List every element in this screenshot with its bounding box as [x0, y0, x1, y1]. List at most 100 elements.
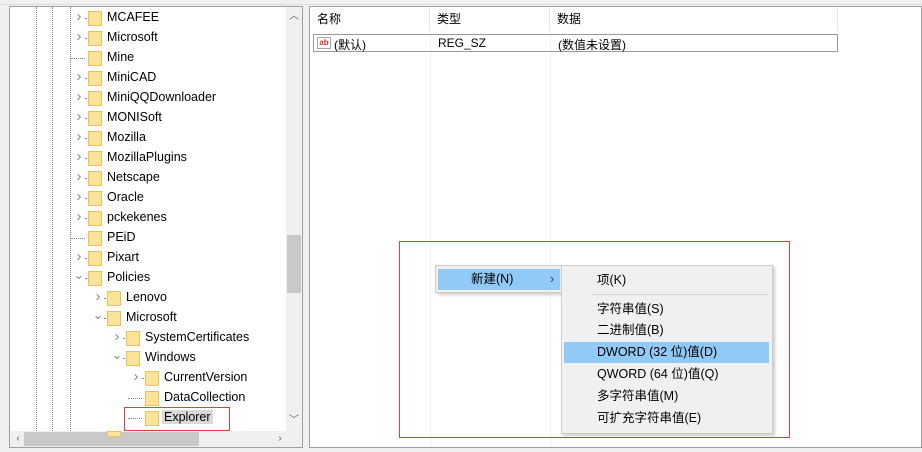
column-header-type[interactable]: 类型 [430, 7, 550, 31]
annotation-box-explorer [124, 407, 230, 431]
tree-item-label: Mozilla [107, 130, 146, 144]
tree-item[interactable]: › CurrentVersion [10, 368, 286, 388]
tree-item-label: Windows [145, 350, 196, 364]
tree-item[interactable]: › MiniQQDownloader [10, 88, 286, 108]
new-submenu: 项(K) 字符串值(S) 二进制值(B) DWORD (32 位)值(D) QWORD … [561, 265, 773, 434]
chevron-right-icon[interactable]: › [73, 8, 85, 25]
tree-item-label: MiniQQDownloader [107, 90, 217, 104]
tree-item[interactable]: ⌄ Microsoft [10, 307, 286, 328]
tree-item[interactable]: ⌄ Policies [10, 267, 286, 288]
tree-item[interactable]: Mine [10, 48, 286, 68]
submenu-item-label: 字符串值(S) [597, 302, 664, 316]
tree-connector [128, 398, 142, 399]
folder-icon [145, 391, 159, 406]
scroll-down-icon[interactable]: ﹀ [286, 413, 302, 429]
value-row[interactable]: ab (默认) REG_SZ (数值未设置) [313, 34, 838, 52]
folder-icon [126, 351, 140, 366]
tree-item-label: Lenovo [126, 290, 168, 304]
scroll-up-icon[interactable]: ︿ [286, 9, 302, 25]
tree-item[interactable]: › pckekenes [10, 208, 286, 228]
chevron-down-icon[interactable]: ⌄ [92, 307, 104, 322]
folder-icon [107, 291, 121, 306]
folder-icon [107, 311, 121, 326]
chevron-right-icon[interactable]: › [73, 68, 85, 85]
tree-item-label: Microsoft [126, 310, 177, 324]
tree-item-label: pckekenes [107, 210, 167, 224]
tree-item[interactable]: › Pixart [10, 248, 286, 268]
tree-item[interactable]: › MCAFEE [10, 8, 286, 28]
submenu-item-label: 多字符串值(M) [597, 389, 679, 403]
tree-item[interactable]: › Oracle [10, 188, 286, 208]
tree-item[interactable]: › Mozilla [10, 128, 286, 148]
submenu-item[interactable]: 字符串值(S) [564, 299, 769, 320]
folder-icon [88, 71, 102, 86]
chevron-right-icon[interactable]: › [73, 88, 85, 105]
submenu-arrow-icon: › [550, 272, 555, 286]
chevron-down-icon[interactable]: ⌄ [111, 347, 123, 362]
tree-item-label: MCAFEE [107, 10, 160, 24]
chevron-right-icon[interactable]: › [73, 108, 85, 125]
folder-icon [88, 91, 102, 106]
submenu-item-label: 二进制值(B) [597, 323, 664, 337]
registry-tree[interactable]: ︿ ﹀ ‹ › › MCAFEE › Microsoft Mine › MiniCAD › Mi… [9, 6, 303, 448]
folder-icon [88, 31, 102, 46]
menu-item-new[interactable]: 新建(N) › [438, 269, 560, 290]
tree-item[interactable]: › Microsoft [10, 28, 286, 48]
tree-item[interactable]: › SystemCertificates [10, 328, 286, 348]
tree-item[interactable]: › MiniCAD [10, 68, 286, 88]
tree-item[interactable]: PEiD [10, 228, 286, 248]
tree-item[interactable]: ⌄ Windows [10, 347, 286, 368]
chevron-right-icon[interactable]: › [92, 288, 104, 305]
submenu-item[interactable]: 项(K) [564, 270, 769, 291]
folder-icon [88, 211, 102, 226]
tree-item-label: MONISoft [107, 110, 162, 124]
folder-icon [126, 331, 140, 346]
tree-item[interactable]: › Netscape [10, 168, 286, 188]
submenu-item[interactable]: 多字符串值(M) [564, 386, 769, 407]
menu-item-label: 新建(N) [471, 272, 514, 286]
string-value-icon: ab [317, 37, 331, 49]
folder-icon [88, 251, 102, 266]
chevron-right-icon[interactable]: › [73, 248, 85, 265]
chevron-right-icon[interactable]: › [73, 208, 85, 225]
chevron-right-icon[interactable]: › [73, 188, 85, 205]
submenu-item[interactable]: 二进制值(B) [564, 320, 769, 341]
column-header-data[interactable]: 数据 [550, 7, 838, 31]
tree-item-label: Oracle [107, 190, 144, 204]
tree-item-label: MiniCAD [107, 70, 157, 84]
tree-item-label: PEiD [107, 230, 136, 244]
tree-item-label: CurrentVersion [164, 370, 248, 384]
folder-icon [88, 11, 102, 26]
tree-item-label: Policies [107, 270, 151, 284]
submenu-item[interactable]: DWORD (32 位)值(D) [564, 342, 769, 363]
tree-item[interactable]: › MozillaPlugins [10, 148, 286, 168]
column-header-name[interactable]: 名称 [310, 7, 430, 31]
tree-item[interactable] [10, 428, 286, 447]
submenu-item-label: 可扩充字符串值(E) [597, 411, 702, 425]
context-menu: 新建(N) › [435, 265, 562, 293]
tree-item[interactable]: › Lenovo [10, 288, 286, 308]
submenu-item[interactable]: QWORD (64 位)值(Q) [564, 364, 769, 385]
tree-item-label: MozillaPlugins [107, 150, 187, 164]
vertical-scrollbar[interactable]: ︿ ﹀ [286, 7, 302, 431]
chevron-right-icon[interactable]: › [73, 168, 85, 185]
tree-item-label: SystemCertificates [145, 330, 250, 344]
folder-icon [88, 191, 102, 206]
submenu-item-label: QWORD (64 位)值(Q) [597, 367, 719, 381]
submenu-item-label: 项(K) [597, 273, 627, 287]
chevron-right-icon[interactable]: › [111, 328, 123, 345]
scroll-thumb[interactable] [287, 235, 301, 293]
tree-item-label: Netscape [107, 170, 160, 184]
submenu-item[interactable]: 可扩充字符串值(E) [564, 408, 769, 429]
chevron-down-icon[interactable]: ⌄ [73, 267, 85, 282]
chevron-right-icon[interactable]: › [73, 128, 85, 145]
chevron-right-icon[interactable]: › [73, 28, 85, 45]
tree-item[interactable]: › MONISoft [10, 108, 286, 128]
menu-separator [592, 294, 768, 295]
value-data: (数值未设置) [558, 38, 626, 52]
menu-bar[interactable] [0, 0, 922, 5]
chevron-right-icon[interactable]: › [130, 368, 142, 385]
chevron-right-icon[interactable]: › [73, 148, 85, 165]
tree-item[interactable]: DataCollection [10, 388, 286, 408]
value-type: REG_SZ [438, 36, 487, 50]
